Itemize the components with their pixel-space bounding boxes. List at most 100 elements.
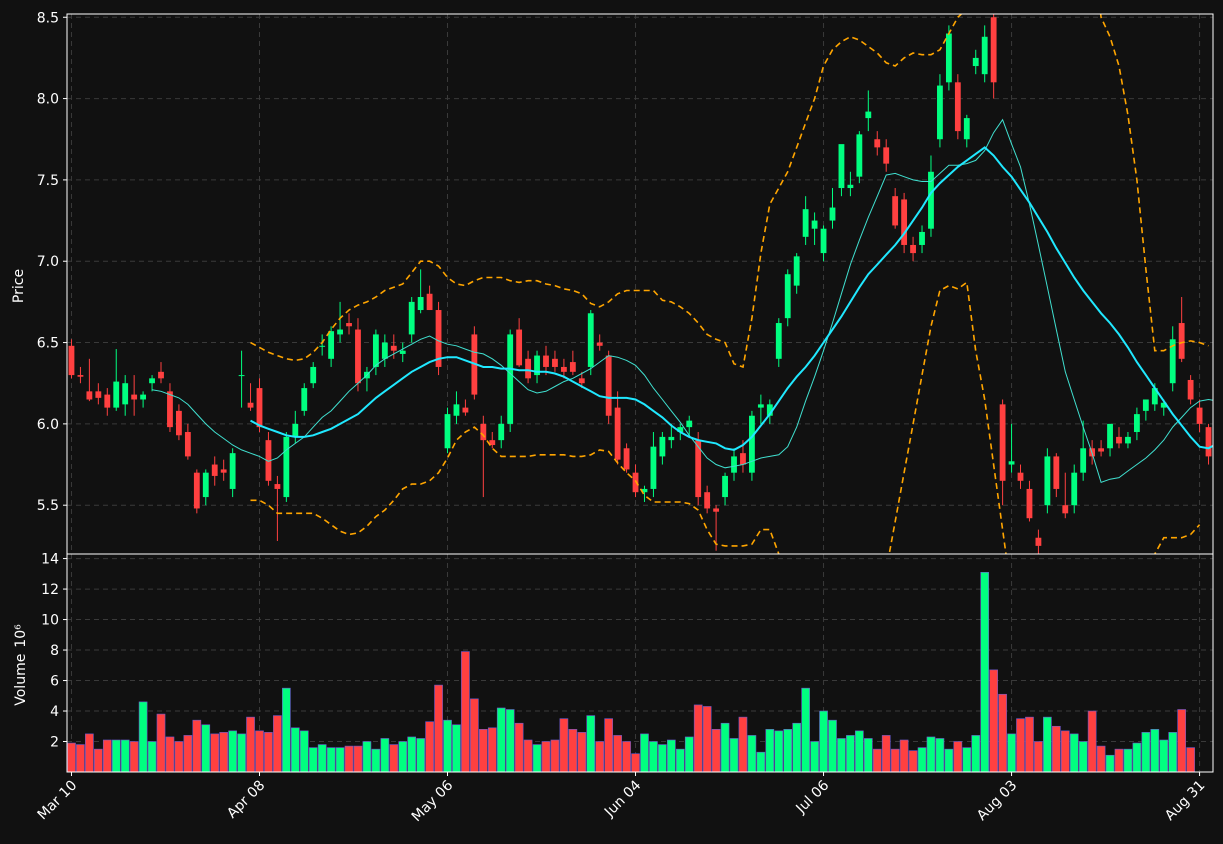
candle-body-61 [614,407,621,460]
volume-bar-111 [1060,730,1070,772]
candle-body-65 [650,446,657,489]
volume-bar-107 [1025,716,1034,772]
candle-body-18 [229,453,236,489]
candle-body-67 [668,436,675,441]
candle-body-28 [319,345,326,347]
candle-body-124 [1178,323,1185,359]
volume-bar-52 [532,744,542,772]
volume-bar-63 [631,753,640,772]
volume-bar-42 [443,719,452,772]
candle-body-108 [1035,537,1042,546]
candle-body-0 [68,345,75,376]
candle-body-34 [372,334,379,367]
volume-bar-48 [496,707,506,772]
candle-body-82 [802,209,809,237]
candle-body-38 [408,301,415,335]
candle-body-60 [605,355,612,416]
candle-body-104 [999,404,1006,481]
volume-bar-74 [729,738,739,772]
volume-bar-73 [720,722,730,772]
candle-body-5 [113,381,120,408]
volume-bar-36 [389,744,399,772]
candle-body-30 [337,329,343,335]
volume-bar-28 [317,744,327,772]
volume-bar-24 [282,687,291,772]
volume-bar-86 [837,738,846,772]
candle-body-2 [86,391,93,400]
volume-bar-97 [935,738,945,772]
candle-body-27 [310,366,317,384]
volume-bar-85 [828,719,837,772]
volume-bar-8 [138,701,148,772]
candle-body-85 [829,207,836,221]
candle-body-87 [847,184,854,189]
volume-bar-19 [237,733,246,772]
volume-bar-2 [85,733,94,772]
candle-body-12 [176,410,182,436]
volume-bar-46 [478,729,488,772]
volume-bar-123 [1168,732,1178,772]
volume-bar-38 [407,736,417,772]
price-tick-label-2: 6.5 [37,336,59,352]
volume-bar-30 [335,747,345,772]
candle-body-83 [811,220,818,229]
volume-bar-35 [380,738,390,772]
candle-body-43 [453,404,460,416]
volume-axis-label-text: Volume [13,654,29,706]
volume-bar-87 [846,735,855,772]
candle-body-15 [202,472,209,498]
price-tick-label-6: 8.5 [37,10,59,26]
candle-body-97 [937,85,943,140]
candle-body-71 [704,492,711,509]
candle-body-25 [292,423,299,437]
candle-body-44 [462,407,469,413]
volume-bar-39 [416,738,425,772]
volume-bar-78 [765,729,775,772]
candle-body-42 [444,414,451,449]
candle-body-119 [1133,414,1140,433]
candle-body-23 [274,484,281,489]
volume-bar-116 [1105,754,1115,772]
candle-body-98 [945,33,952,83]
candle-body-9 [149,378,155,384]
price-tick-label-4: 7.5 [37,173,59,189]
candle-body-101 [972,57,979,67]
candle-body-72 [713,508,720,512]
candle-body-127 [1205,427,1212,457]
volume-tick-label-4: 10 [41,613,59,629]
volume-bar-47 [487,727,497,772]
volume-bar-64 [640,733,649,772]
volume-bar-6 [120,739,130,772]
candle-body-92 [892,196,899,226]
volume-bar-31 [344,745,354,772]
volume-bar-75 [738,716,748,772]
price-tick-label-3: 7.0 [37,254,59,270]
volume-bar-11 [165,736,175,772]
chart-background [0,0,1223,844]
volume-bar-17 [219,732,229,772]
candle-body-20 [247,402,254,408]
candle-body-50 [516,329,523,366]
volume-bar-101 [971,735,981,772]
volume-bar-113 [1078,741,1088,772]
volume-bar-72 [711,729,721,772]
volume-bar-77 [756,751,766,772]
candle-body-46 [480,423,487,441]
volume-bar-56 [568,729,578,772]
volume-bar-34 [371,748,381,772]
volume-bar-32 [353,745,363,772]
volume-bar-70 [693,704,703,772]
candle-body-80 [784,274,791,319]
volume-bar-27 [308,747,318,772]
volume-bar-125 [1186,747,1195,772]
volume-bar-50 [514,722,524,772]
volume-tick-label-6: 14 [41,552,59,568]
candle-body-79 [775,323,782,359]
volume-bar-90 [872,748,882,772]
volume-tick-label-2: 6 [50,674,59,690]
candle-body-81 [793,256,800,286]
candle-body-63 [632,472,639,493]
volume-bar-55 [559,718,569,772]
candle-body-58 [587,313,594,367]
candle-body-76 [749,415,755,473]
